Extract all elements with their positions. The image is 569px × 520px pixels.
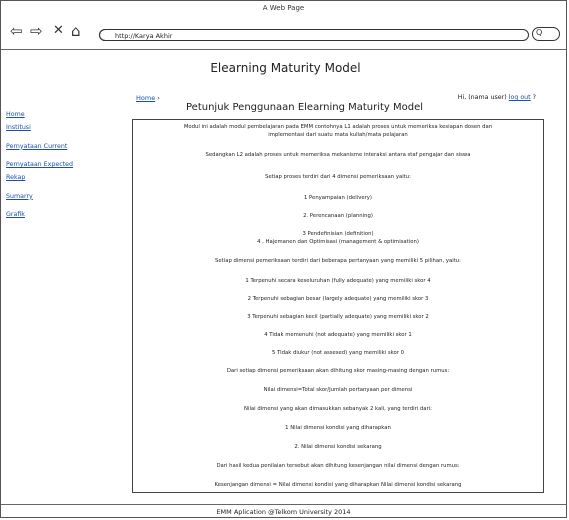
section-title: Petunjuk Penggunaan Elearning Maturity M… — [186, 102, 424, 113]
sidebar-item-institusi[interactable]: Institusi — [6, 124, 101, 131]
help-link[interactable]: ? — [533, 94, 536, 101]
content-paragraph: 3 Terpenuhi sebagian kecil (partially ad… — [247, 314, 429, 320]
content-paragraph: 1 Penyampaian (delivery) — [304, 195, 372, 201]
forward-arrow-icon[interactable]: ⇨ — [30, 23, 43, 39]
sidebar-item-rekap[interactable]: Rekap — [6, 174, 101, 181]
content-paragraph: 4 Tidak memenuhi (not adequate) yang mem… — [264, 332, 412, 338]
content-paragraph: 1 Nilai dimensi kondisi yang diharapkan — [285, 425, 391, 431]
back-arrow-icon[interactable]: ⇦ — [10, 23, 23, 39]
footer: EMM Aplication @Telkom University 2014 — [1, 504, 566, 520]
content-paragraph: 1 Terpenuhi secara keseluruhan (fully ad… — [245, 278, 431, 284]
user-info: Hi, (nama user) log out ? — [458, 94, 536, 101]
content-paragraph: 3 Pendefinisian (definition) — [302, 231, 374, 237]
window-title: A Web Page — [262, 4, 305, 12]
instructions-box: Modul ini adalah modul pembelajaran pada… — [132, 119, 544, 493]
url-cap — [99, 29, 113, 41]
content-paragraph: 4 , Hajemanen dan Optimisasi (management… — [257, 239, 419, 245]
sidebar-item-pernyataan-expected[interactable]: Pernyataan Expected — [6, 161, 101, 168]
sidebar: Home Institusi Pernyataan Current Pernya… — [6, 111, 101, 230]
breadcrumb-separator: › — [157, 94, 160, 102]
sidebar-item-sumarry[interactable]: Sumarry — [6, 193, 101, 200]
content-paragraph: Dari setiap dimensi pemeriksaan akan dih… — [226, 368, 450, 374]
sidebar-item-pernyataan-current[interactable]: Pernyataan Current — [6, 143, 101, 150]
content-paragraph: Dari hasil kedua penilaian tersebut akan… — [216, 463, 460, 469]
user-greeting: Hi, (nama user) — [457, 94, 507, 101]
search-icon[interactable]: Q — [536, 28, 542, 37]
content-paragraph: Nilai dimensi yang akan dimasukkan seban… — [244, 406, 432, 412]
browser-toolbar: ⇦ ⇨ ✕ ⌂ http://Karya Akhir Q — [1, 15, 566, 50]
logout-link[interactable]: log out — [509, 94, 531, 101]
content-paragraph: Nilai dimensi=Total skor/Jumlah pertanya… — [263, 387, 413, 393]
breadcrumb-home-link[interactable]: Home — [136, 94, 155, 102]
sidebar-item-home[interactable]: Home — [6, 111, 101, 118]
content-paragraph: 2. Perencanaan (planning) — [303, 213, 373, 219]
home-icon[interactable]: ⌂ — [71, 23, 81, 39]
url-text: http://Karya Akhir — [115, 32, 173, 40]
content-paragraph: Setiap proses terdiri dari 4 dimensi pem… — [265, 174, 411, 180]
content-paragraph: implementasi dari suatu mata kuliah/mata… — [268, 132, 408, 138]
browser-window: A Web Page ⇦ ⇨ ✕ ⌂ http://Karya Akhir Q … — [0, 0, 567, 518]
breadcrumb: Home › — [136, 94, 160, 102]
content-paragraph: 5 Tidak diukur (not assesed) yang memili… — [272, 350, 404, 356]
url-field[interactable]: http://Karya Akhir — [99, 29, 529, 41]
content-paragraph: Kesenjangan dimensi = Nilai dimensi kond… — [214, 482, 462, 488]
page-title: Elearning Maturity Model — [210, 61, 361, 75]
sidebar-item-grafik[interactable]: Grafik — [6, 211, 101, 218]
content-paragraph: Modul ini adalah modul pembelajaran pada… — [183, 124, 493, 130]
content-paragraph: 2 Terpenuhi sebagian besar (largely adeq… — [247, 296, 429, 302]
content-paragraph: Setiap dimensi pemeriksaan terdiri dari … — [215, 258, 461, 264]
content-paragraph: Sedangkan L2 adalah proses untuk memerik… — [205, 152, 471, 158]
content-paragraph: 2. Nilai dimensi kondisi sekarang — [294, 444, 382, 450]
close-icon[interactable]: ✕ — [53, 23, 64, 39]
